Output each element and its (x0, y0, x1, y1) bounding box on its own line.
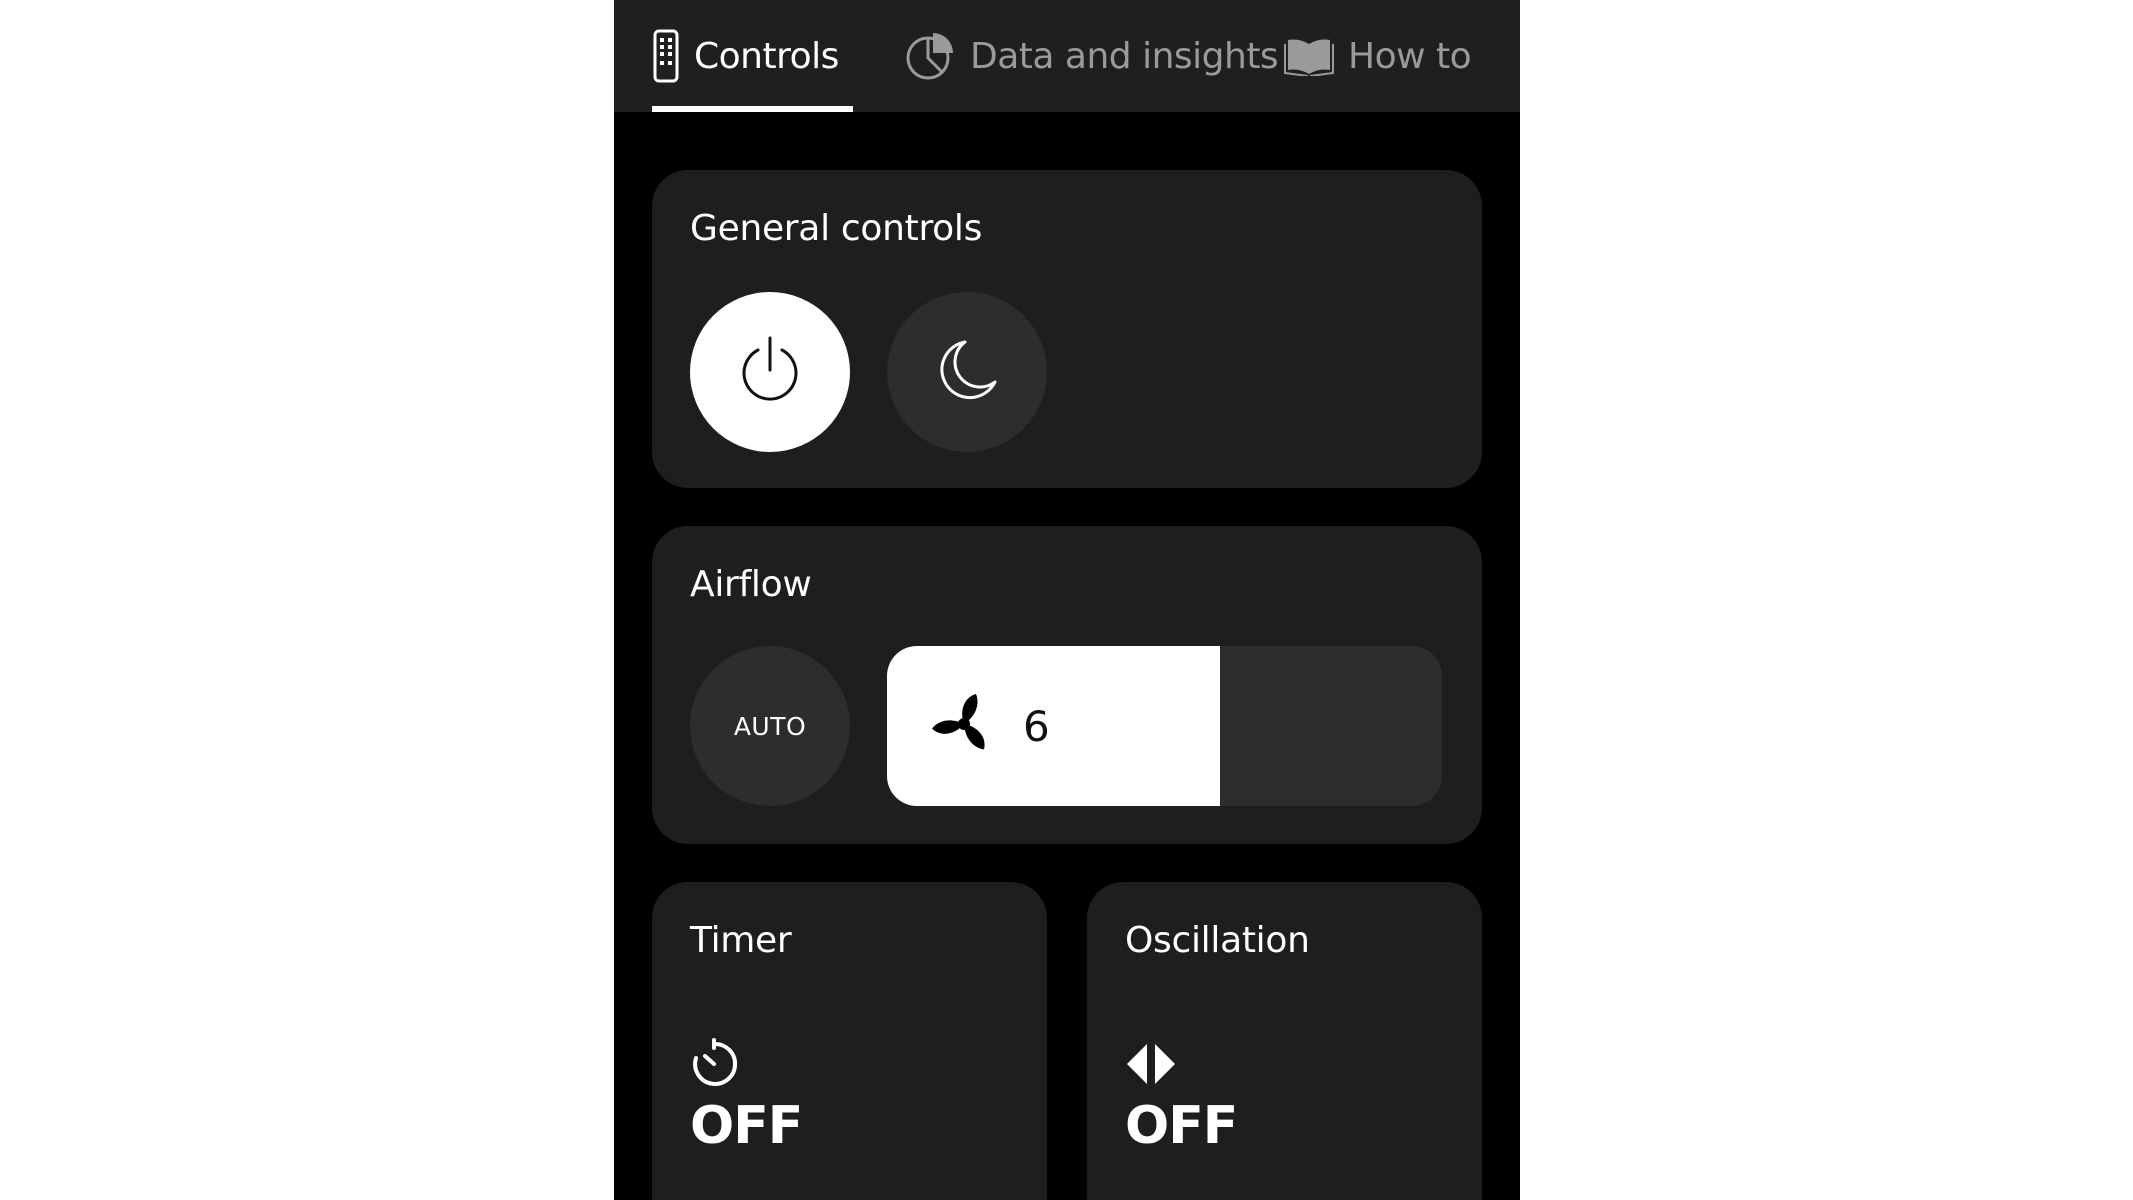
airflow-card: Airflow AUTO 6 (652, 526, 1482, 844)
timer-card[interactable]: Timer OFF (652, 882, 1047, 1200)
oscillation-icon (1123, 1038, 1179, 1094)
power-icon (734, 334, 806, 410)
tab-controls-label: Controls (694, 35, 839, 77)
book-icon (1284, 36, 1334, 76)
tab-data-and-insights[interactable]: Data and insights (904, 0, 1279, 112)
tab-how-to-label: How to (1348, 35, 1472, 77)
tab-controls[interactable]: Controls (652, 0, 839, 112)
airflow-title: Airflow (690, 564, 812, 605)
airflow-speed-value: 6 (1023, 701, 1050, 751)
general-controls-card: General controls (652, 170, 1482, 488)
pie-chart-icon (904, 30, 956, 82)
tab-how-to[interactable]: How to (1284, 0, 1472, 112)
oscillation-card[interactable]: Oscillation OFF (1087, 882, 1482, 1200)
moon-icon (931, 334, 1003, 410)
tab-data-label: Data and insights (970, 35, 1279, 77)
airflow-speed-slider[interactable]: 6 (887, 646, 1442, 806)
app-screen: Controls Data and insights How to Genera… (614, 0, 1520, 1200)
power-button[interactable] (690, 292, 850, 452)
remote-icon (652, 29, 680, 83)
night-mode-button[interactable] (887, 292, 1047, 452)
timer-value: OFF (690, 1096, 803, 1156)
active-tab-indicator (652, 106, 853, 112)
auto-label: AUTO (733, 711, 807, 741)
general-controls-title: General controls (690, 208, 983, 249)
timer-icon (688, 1038, 740, 1094)
oscillation-title: Oscillation (1125, 920, 1310, 961)
timer-title: Timer (690, 920, 792, 961)
fan-icon (931, 691, 997, 761)
tab-bar: Controls Data and insights How to (614, 0, 1520, 112)
oscillation-value: OFF (1125, 1096, 1238, 1156)
auto-button[interactable]: AUTO (690, 646, 850, 806)
